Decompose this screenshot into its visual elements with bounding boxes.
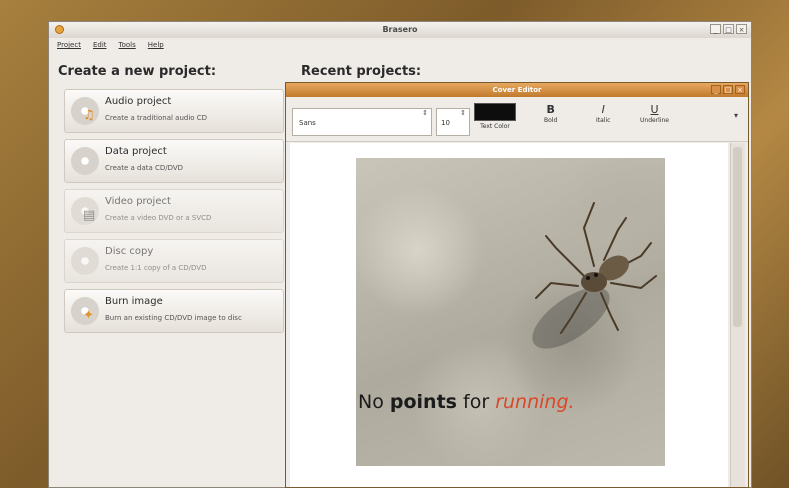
vertical-scrollbar[interactable] bbox=[730, 143, 745, 487]
menu-bar: Project Edit Tools Help bbox=[49, 38, 751, 52]
disc-copy-title: Disc copy bbox=[105, 246, 154, 257]
font-size-value: 10 bbox=[441, 119, 450, 127]
cover-editor-toolbar: Sans ⇕ 10 ⇕ Text Color B Bold I Italic U… bbox=[286, 97, 748, 142]
cover-minimize-button[interactable]: _ bbox=[711, 85, 721, 94]
disc-copy-icon bbox=[71, 247, 99, 275]
create-project-heading: Create a new project: bbox=[58, 64, 217, 79]
menu-tools[interactable]: Tools bbox=[119, 38, 136, 52]
underline-label: Underline bbox=[640, 117, 669, 124]
font-family-value: Sans bbox=[299, 119, 316, 127]
cover-editor-title: Cover Editor bbox=[492, 86, 542, 94]
brasero-app-icon bbox=[55, 25, 64, 34]
underline-button[interactable]: U Underline bbox=[640, 103, 669, 124]
cover-editor-window: Cover Editor _ □ × Sans ⇕ 10 ⇕ Text Colo… bbox=[285, 82, 749, 488]
cover-close-button[interactable]: × bbox=[735, 85, 745, 94]
font-family-select[interactable]: Sans ⇕ bbox=[292, 108, 432, 136]
caption-mid: for bbox=[456, 391, 496, 413]
menu-project[interactable]: Project bbox=[57, 38, 81, 52]
bold-label: Bold bbox=[544, 117, 558, 124]
recent-projects-heading: Recent projects: bbox=[301, 64, 422, 79]
data-project-icon bbox=[71, 147, 99, 175]
scrollbar-thumb[interactable] bbox=[733, 147, 742, 327]
minimize-button[interactable]: _ bbox=[710, 24, 721, 34]
burn-image-desc: Burn an existing CD/DVD image to disc bbox=[105, 314, 242, 322]
size-spin-icon: ⇕ bbox=[460, 109, 466, 117]
font-size-select[interactable]: 10 ⇕ bbox=[436, 108, 470, 136]
text-color-swatch bbox=[474, 103, 516, 121]
cover-photo: No points for running. bbox=[356, 158, 665, 466]
toolbar-overflow-icon[interactable]: ▾ bbox=[734, 111, 738, 120]
maximize-button[interactable]: □ bbox=[723, 24, 734, 34]
cover-caption[interactable]: No points for running. bbox=[358, 391, 575, 413]
data-project-button[interactable]: Data project Create a data CD/DVD bbox=[64, 139, 284, 183]
audio-project-button[interactable]: ♫ Audio project Create a traditional aud… bbox=[64, 89, 284, 133]
caption-bold: points bbox=[389, 391, 457, 413]
data-project-desc: Create a data CD/DVD bbox=[105, 164, 184, 172]
caption-italic: running. bbox=[495, 391, 575, 413]
video-project-desc: Create a video DVD or a SVCD bbox=[105, 214, 212, 222]
burn-image-button[interactable]: ✦ Burn image Burn an existing CD/DVD ima… bbox=[64, 289, 284, 333]
cover-editor-titlebar[interactable]: Cover Editor _ □ × bbox=[286, 83, 748, 97]
brasero-titlebar[interactable]: Brasero _ □ × bbox=[49, 22, 751, 38]
italic-label: Italic bbox=[596, 117, 611, 124]
close-button[interactable]: × bbox=[736, 24, 747, 34]
italic-button[interactable]: I Italic bbox=[596, 103, 610, 124]
audio-project-icon: ♫ bbox=[71, 97, 99, 125]
window-title: Brasero bbox=[382, 25, 418, 34]
cover-canvas[interactable]: No points for running. bbox=[290, 143, 728, 487]
audio-project-title: Audio project bbox=[105, 96, 172, 107]
disc-copy-desc: Create 1:1 copy of a CD/DVD bbox=[105, 264, 207, 272]
text-color-button[interactable]: Text Color bbox=[474, 103, 516, 130]
underline-icon: U bbox=[650, 103, 659, 116]
burn-image-title: Burn image bbox=[105, 296, 163, 307]
data-project-title: Data project bbox=[105, 146, 167, 157]
burn-image-icon: ✦ bbox=[71, 297, 99, 325]
disc-copy-button[interactable]: Disc copy Create 1:1 copy of a CD/DVD bbox=[64, 239, 284, 283]
video-project-title: Video project bbox=[105, 196, 171, 207]
menu-help[interactable]: Help bbox=[148, 38, 164, 52]
italic-icon: I bbox=[601, 103, 605, 116]
audio-project-desc: Create a traditional audio CD bbox=[105, 114, 208, 122]
font-spin-icon: ⇕ bbox=[422, 109, 428, 117]
bold-button[interactable]: B Bold bbox=[544, 103, 557, 124]
cover-maximize-button[interactable]: □ bbox=[723, 85, 733, 94]
spider-icon bbox=[532, 202, 657, 349]
text-color-label: Text Color bbox=[480, 123, 510, 130]
caption-regular: No bbox=[358, 391, 390, 413]
bold-icon: B bbox=[546, 103, 555, 116]
video-project-icon: ▤ bbox=[71, 197, 99, 225]
video-project-button[interactable]: ▤ Video project Create a video DVD or a … bbox=[64, 189, 284, 233]
menu-edit[interactable]: Edit bbox=[93, 38, 107, 52]
project-type-list: ♫ Audio project Create a traditional aud… bbox=[64, 89, 284, 339]
